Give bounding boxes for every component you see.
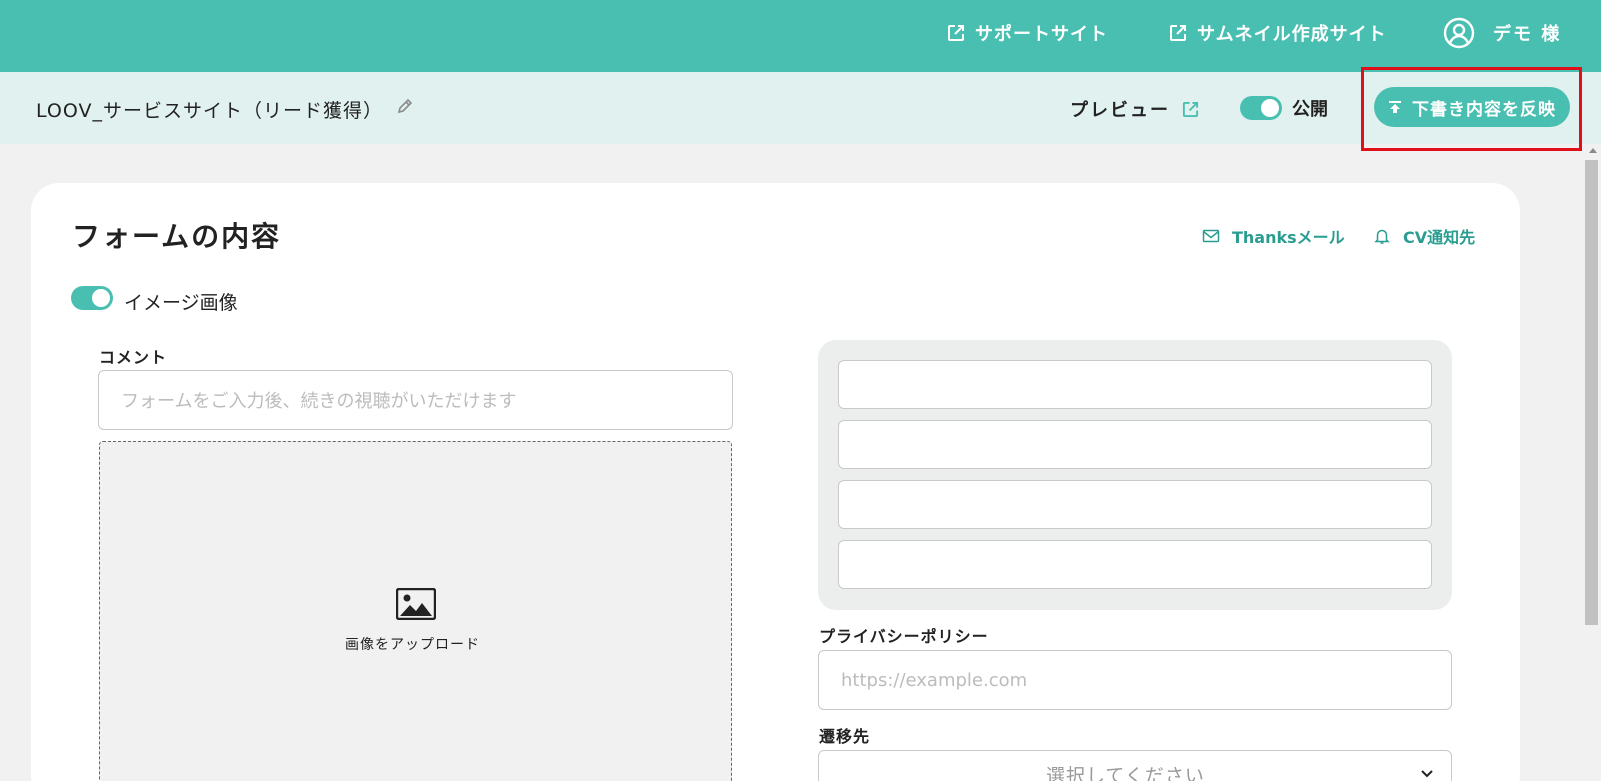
comment-placeholder: フォームをご入力後、続きの視聴がいただけます [121,391,517,412]
scroll-up-arrow[interactable] [1589,148,1597,153]
page-title: LOOV_サービスサイト（リード獲得） [36,100,383,122]
publish-toggle[interactable] [1240,96,1282,120]
image-icon [396,588,436,620]
destination-select-value: 選択してください [1046,765,1205,781]
cv-notify-link[interactable]: CV通知先 [1373,224,1475,248]
editor-header: LOOV_サービスサイト（リード獲得） プレビュー 公開 下書き内容を反映 [0,72,1601,144]
image-toggle-label: イメージ画像 [124,292,238,314]
user-avatar-icon [1443,17,1475,49]
support-site-label: サポートサイト [975,24,1108,45]
pencil-icon[interactable] [396,97,414,115]
external-link-icon [948,25,964,41]
privacy-policy-label: プライバシーポリシー [819,627,989,646]
upload-label: 画像をアップロード [345,637,480,653]
external-link-icon [1170,25,1186,41]
support-site-link[interactable]: サポートサイト [947,19,1108,47]
cv-notify-label: CV通知先 [1403,228,1476,247]
comment-label: コメント [99,348,168,367]
privacy-policy-input[interactable]: https://example.com [818,650,1452,710]
thumbnail-site-label: サムネイル作成サイト [1197,24,1387,45]
form-field-1[interactable] [838,360,1432,409]
thumbnail-site-link[interactable]: サムネイル作成サイト [1169,19,1387,47]
comment-input[interactable]: フォームをご入力後、続きの視聴がいただけます [98,370,733,430]
chevron-down-icon [1421,770,1433,778]
preview-link[interactable]: プレビュー [1070,96,1199,122]
thanks-mail-label: Thanksメール [1232,228,1345,247]
thanks-mail-link[interactable]: Thanksメール [1202,224,1345,248]
scrollbar-thumb[interactable] [1585,160,1598,625]
privacy-policy-placeholder: https://example.com [841,669,1028,691]
external-link-icon [1182,101,1199,117]
destination-label: 遷移先 [819,727,871,746]
form-field-2[interactable] [838,420,1432,469]
apply-draft-label: 下書き内容を反映 [1412,99,1556,120]
apply-draft-button[interactable]: 下書き内容を反映 [1374,87,1570,127]
user-name: デモ 様 [1493,24,1562,45]
form-content-title: フォームの内容 [72,220,282,253]
image-toggle[interactable] [71,286,113,310]
bell-icon [1374,229,1390,244]
form-field-3[interactable] [838,480,1432,529]
upload-icon [1389,101,1401,113]
preview-label: プレビュー [1070,100,1170,121]
user-menu[interactable]: デモ 様 [1443,15,1561,51]
form-field-4[interactable] [838,540,1432,589]
publish-label: 公開 [1292,99,1328,120]
mail-icon [1202,229,1220,243]
